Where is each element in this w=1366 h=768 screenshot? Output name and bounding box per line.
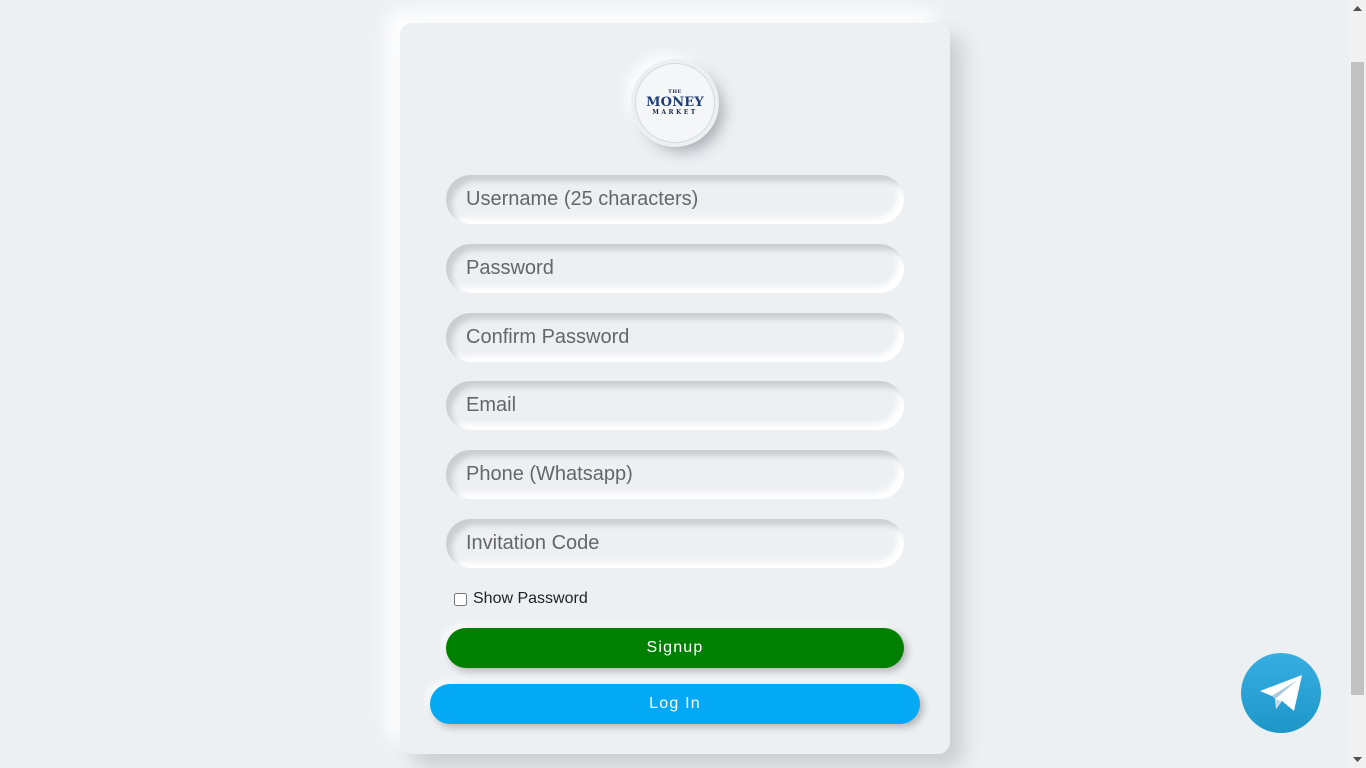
- invitation-code-field-wrap: [446, 519, 904, 568]
- logo: THE MONEY MARKET: [635, 63, 715, 143]
- show-password-checkbox[interactable]: [454, 592, 467, 606]
- show-password-label: Show Password: [473, 590, 588, 607]
- telegram-button[interactable]: [1241, 653, 1321, 733]
- vertical-scrollbar[interactable]: [1349, 0, 1366, 768]
- email-field-wrap: [446, 381, 904, 430]
- invitation-code-input[interactable]: [446, 519, 904, 568]
- logo-text-market: MARKET: [652, 109, 698, 116]
- phone-field-wrap: [446, 450, 904, 499]
- password-field-wrap: [446, 244, 904, 293]
- username-input[interactable]: [446, 175, 904, 224]
- username-field-wrap: [446, 175, 904, 224]
- phone-input[interactable]: [446, 450, 904, 499]
- logo-text-money: MONEY: [646, 95, 704, 110]
- login-button[interactable]: Log In: [430, 684, 920, 724]
- scroll-up-arrow-icon[interactable]: [1349, 0, 1366, 17]
- signup-card: THE MONEY MARKET Show Password Sign: [400, 23, 950, 754]
- confirm-password-field-wrap: [446, 313, 904, 362]
- show-password-toggle[interactable]: Show Password: [454, 590, 588, 608]
- telegram-icon: [1260, 675, 1302, 711]
- scroll-thumb[interactable]: [1351, 62, 1364, 695]
- signup-button[interactable]: Signup: [446, 628, 904, 668]
- page: THE MONEY MARKET Show Password Sign: [0, 0, 1366, 768]
- email-input[interactable]: [446, 381, 904, 430]
- confirm-password-input[interactable]: [446, 313, 904, 362]
- logo-badge: THE MONEY MARKET: [635, 63, 715, 143]
- scroll-down-arrow-icon[interactable]: [1349, 751, 1366, 768]
- password-input[interactable]: [446, 244, 904, 293]
